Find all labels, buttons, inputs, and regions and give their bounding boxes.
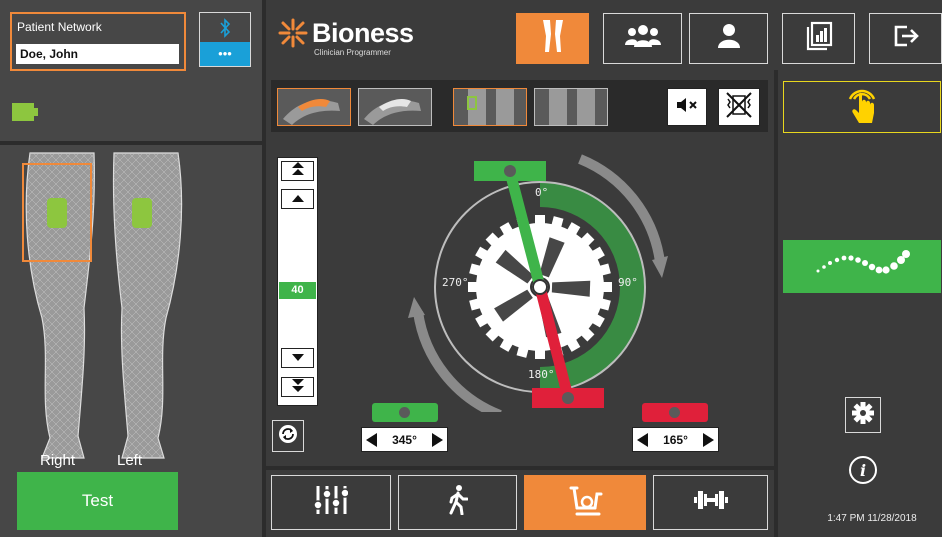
touch-icon — [847, 85, 877, 130]
reports-nav-button[interactable] — [782, 13, 855, 64]
strength-mode-button[interactable] — [653, 475, 768, 530]
mute-icon — [676, 97, 698, 117]
patient-name-field[interactable]: Doe, John — [16, 44, 179, 64]
start-angle-marker — [372, 403, 438, 422]
exercise-thumb-quad[interactable] — [453, 88, 527, 126]
increment-arrow-icon[interactable] — [702, 432, 714, 447]
end-angle-value: 165° — [663, 432, 688, 447]
battery-icon — [12, 103, 38, 121]
test-button[interactable]: Test — [17, 472, 178, 530]
chevron-down-icon — [291, 349, 305, 367]
start-angle-stepper[interactable]: 345° — [361, 427, 448, 452]
angle-label-180: 180° — [528, 368, 555, 381]
info-icon: i — [859, 460, 867, 480]
double-chevron-up-icon — [291, 161, 305, 181]
walk-mode-button[interactable] — [398, 475, 517, 530]
group-icon — [624, 23, 661, 54]
bioness-logo-icon — [278, 18, 308, 48]
legs-icon — [540, 18, 566, 59]
double-chevron-down-icon — [291, 378, 305, 397]
exit-nav-button[interactable] — [869, 13, 942, 64]
exit-icon — [893, 24, 919, 53]
start-angle-value: 345° — [392, 432, 417, 447]
end-angle-marker — [642, 403, 708, 422]
vibration-off-icon — [724, 90, 754, 125]
no-vibration-button[interactable] — [718, 88, 760, 126]
group-nav-button[interactable] — [603, 13, 682, 64]
decrement-arrow-icon[interactable] — [366, 432, 377, 447]
end-angle-stepper[interactable]: 165° — [632, 427, 719, 452]
bluetooth-icon — [200, 13, 250, 43]
left-electrode-pad[interactable] — [132, 198, 152, 228]
decrement-arrow-icon[interactable] — [637, 432, 648, 447]
column-divider — [262, 0, 266, 537]
angle-label-0: 0° — [535, 186, 549, 199]
exercise-thumb-quad-alt[interactable] — [534, 88, 608, 126]
dumbbell-icon — [693, 488, 728, 517]
sliders-icon — [313, 485, 350, 520]
walking-icon — [448, 485, 468, 520]
bike-icon — [565, 484, 605, 521]
left-leg-label: Left — [117, 452, 143, 469]
intensity-min-button[interactable] — [281, 377, 314, 397]
settings-mode-button[interactable] — [271, 475, 391, 530]
right-leg-selection[interactable] — [22, 163, 92, 262]
exercise-thumb-hamstring-alt[interactable] — [358, 88, 432, 126]
mute-button[interactable] — [667, 88, 707, 126]
touch-button[interactable] — [783, 81, 941, 133]
intensity-up-button[interactable] — [281, 189, 314, 209]
intensity-down-button[interactable] — [281, 348, 314, 368]
patient-network-label: Patient Network — [17, 20, 102, 34]
bluetooth-more-dots: ••• — [200, 42, 250, 66]
angle-label-90: 90° — [618, 276, 638, 289]
chevron-up-icon — [291, 190, 305, 208]
info-button[interactable]: i — [849, 456, 877, 484]
waveform-icon — [814, 249, 910, 284]
gear-icon — [852, 401, 874, 429]
waveform-button[interactable] — [783, 240, 941, 293]
divider — [266, 466, 776, 470]
exercise-thumb-hamstring[interactable] — [277, 88, 351, 126]
report-icon — [805, 21, 833, 56]
increment-arrow-icon[interactable] — [431, 432, 443, 447]
column-divider — [774, 70, 778, 537]
brand-tagline: Clinician Programmer — [314, 48, 391, 57]
bike-mode-button[interactable] — [524, 475, 646, 530]
patient-nav-button[interactable] — [689, 13, 768, 64]
bluetooth-button[interactable]: ••• — [199, 12, 251, 67]
brand-name: Bioness — [312, 18, 414, 48]
intensity-max-button[interactable] — [281, 161, 314, 181]
settings-button[interactable] — [845, 397, 881, 433]
refresh-icon — [278, 424, 298, 449]
legs-nav-button[interactable] — [516, 13, 589, 64]
angle-label-270: 270° — [442, 276, 469, 289]
person-icon — [717, 23, 741, 54]
intensity-value: 40 — [279, 282, 316, 299]
reset-button[interactable] — [272, 420, 304, 452]
right-leg-label: Right — [40, 452, 76, 469]
timestamp: 1:47 PM 11/28/2018 — [827, 513, 917, 524]
patient-network-box[interactable]: Patient Network Doe, John — [10, 12, 186, 71]
